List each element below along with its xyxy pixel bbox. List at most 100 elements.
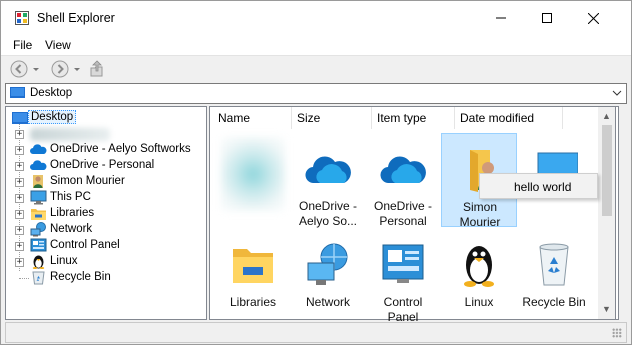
tree-item-this-pc[interactable]: + This PC <box>6 190 206 206</box>
tree-item-label: OneDrive - Aelyo Softworks <box>50 143 191 155</box>
desktop-icon <box>12 112 28 124</box>
recycle-bin-icon <box>539 243 569 286</box>
window-title: Shell Explorer <box>37 11 115 25</box>
list-item-control-panel[interactable]: Control Panel <box>365 229 441 324</box>
scrollbar-thumb[interactable] <box>602 125 612 216</box>
list-item-label: Network <box>305 295 350 309</box>
list-item-linux[interactable]: Linux <box>441 229 517 323</box>
list-item-network[interactable]: Network <box>290 229 366 323</box>
list-item-label: Libraries <box>229 295 277 309</box>
forward-arrow-icon <box>51 60 69 78</box>
cloud-icon <box>30 144 47 154</box>
list-item-label: Recycle Bin <box>522 295 586 309</box>
desktop-icon <box>10 87 25 98</box>
up-button[interactable] <box>89 60 105 78</box>
cloud-icon <box>305 156 351 184</box>
tree-item-recycle-bin[interactable]: Recycle Bin <box>6 270 206 286</box>
list-item-label: OneDrive - Personal <box>373 199 432 228</box>
expand-icon[interactable]: + <box>15 146 24 155</box>
tree-item-label: Desktop <box>28 110 77 124</box>
close-icon <box>587 12 599 24</box>
tree-item-label: OneDrive - Personal <box>50 159 155 171</box>
close-button[interactable] <box>570 1 616 35</box>
maximize-button[interactable] <box>524 1 570 35</box>
minimize-button[interactable] <box>478 1 524 35</box>
expand-icon[interactable]: + <box>15 258 24 267</box>
expand-icon[interactable]: + <box>15 178 24 187</box>
chevron-down-icon <box>74 68 80 71</box>
tree-item-label: This PC <box>50 191 91 203</box>
folder-tree: Desktop + + OneDrive - Aelyo Softworks +… <box>5 106 207 320</box>
computer-icon <box>30 190 47 205</box>
address-value: Desktop <box>30 87 73 99</box>
tree-item-label: Control Panel <box>50 239 120 251</box>
linux-penguin-icon <box>464 246 494 287</box>
control-panel-icon <box>30 238 47 252</box>
expand-icon[interactable]: + <box>15 162 24 171</box>
column-header-size[interactable]: Size <box>292 107 372 129</box>
expand-icon[interactable]: + <box>15 226 24 235</box>
items-list-view: Name Size Item type Date modified OneDri… <box>209 106 619 324</box>
tree-item-control-panel[interactable]: + Control Panel <box>6 238 206 254</box>
up-folder-icon <box>90 60 103 77</box>
list-item-label: Linux <box>464 295 494 309</box>
menu-file[interactable]: File <box>13 38 32 52</box>
minimize-icon <box>496 17 506 19</box>
tree-item-label: Network <box>50 223 93 235</box>
libraries-icon <box>31 209 46 220</box>
recycle-bin-icon <box>32 271 45 285</box>
expand-icon[interactable]: + <box>15 194 24 203</box>
toolbar <box>1 55 631 81</box>
tree-item-onedrive-aelyo[interactable]: + OneDrive - Aelyo Softworks <box>6 142 206 158</box>
tree-item-simon-mourier[interactable]: + Simon Mourier <box>6 174 206 190</box>
menu-view[interactable]: View <box>45 38 71 52</box>
scroll-up-icon[interactable]: ▲ <box>602 112 611 121</box>
list-item-label: Simon Mourier <box>459 200 501 229</box>
back-arrow-icon <box>10 60 28 78</box>
tree-item-linux[interactable]: + Linux <box>6 254 206 270</box>
tree-item-network[interactable]: + Network <box>6 222 206 238</box>
network-icon <box>30 222 46 237</box>
network-icon <box>307 243 348 285</box>
back-button[interactable] <box>10 60 41 78</box>
chevron-down-icon <box>33 68 39 71</box>
cloud-icon <box>30 160 47 170</box>
column-header-item-type[interactable]: Item type <box>372 107 455 129</box>
tree-item-label: Simon Mourier <box>50 175 125 187</box>
list-item-onedrive-aelyo[interactable]: OneDrive - Aelyo So... <box>290 133 366 228</box>
resize-grip-icon[interactable] <box>612 328 622 338</box>
list-item-redacted[interactable] <box>215 133 291 227</box>
column-header-date-modified[interactable]: Date modified <box>455 107 563 129</box>
libraries-icon <box>233 249 273 283</box>
tree-item-redacted[interactable]: + <box>6 126 206 142</box>
tree-item-desktop[interactable]: Desktop <box>6 110 206 126</box>
menu-bar: File View <box>1 35 631 55</box>
tree-item-label: Recycle Bin <box>50 271 111 283</box>
list-item-onedrive-personal[interactable]: OneDrive - Personal <box>365 133 441 228</box>
tree-item-onedrive-personal[interactable]: + OneDrive - Personal <box>6 158 206 174</box>
maximize-icon <box>542 13 552 23</box>
tree-item-label: Libraries <box>50 207 95 219</box>
cloud-icon <box>380 156 426 184</box>
tooltip-popup: hello world <box>479 173 598 199</box>
status-bar <box>5 322 627 343</box>
expand-icon[interactable]: + <box>15 210 24 219</box>
tree-item-libraries[interactable]: + Libraries <box>6 206 206 222</box>
tooltip-text: hello world <box>514 180 572 194</box>
scroll-down-icon[interactable]: ▼ <box>602 305 611 314</box>
linux-penguin-icon <box>32 255 45 269</box>
title-bar[interactable]: Shell Explorer <box>1 1 631 35</box>
chevron-down-icon[interactable] <box>611 87 623 99</box>
list-item-label: OneDrive - Aelyo So... <box>298 199 358 228</box>
control-panel-icon <box>382 244 424 283</box>
list-item-recycle-bin[interactable]: Recycle Bin <box>516 229 592 323</box>
expand-icon[interactable]: + <box>15 242 24 251</box>
list-item-libraries[interactable]: Libraries <box>215 229 291 323</box>
tree-item-label: Linux <box>50 255 78 267</box>
expand-icon[interactable]: + <box>15 130 24 139</box>
list-item-label: Control Panel <box>383 295 423 324</box>
app-window: Shell Explorer File View Desktop Desktop… <box>0 0 632 345</box>
forward-button[interactable] <box>51 60 82 78</box>
address-bar[interactable]: Desktop <box>5 83 627 104</box>
column-header-name[interactable]: Name <box>213 107 292 129</box>
